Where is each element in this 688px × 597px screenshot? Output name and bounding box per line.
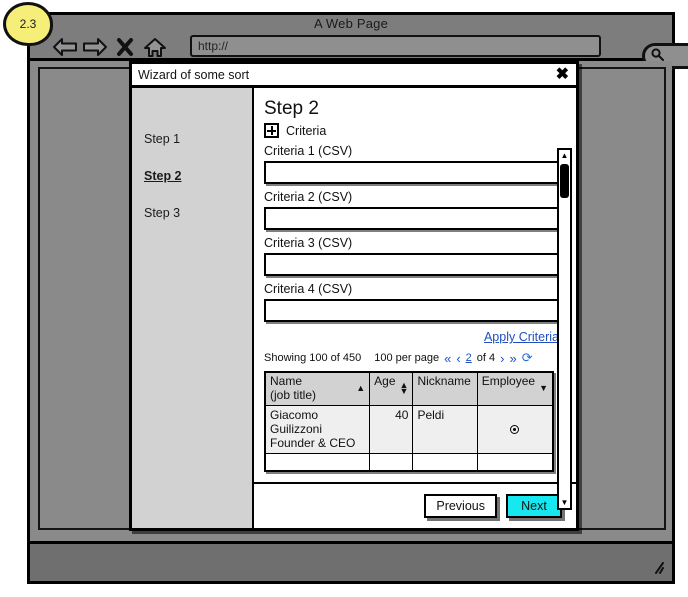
pagination-bar: Showing 100 of 450 100 per page « ‹ 2 of… — [264, 350, 554, 366]
column-header-nickname[interactable]: Nickname — [412, 371, 478, 406]
pagination-first-icon[interactable]: « — [444, 351, 451, 366]
content-scrollbar[interactable]: ▲ ▼ — [557, 148, 572, 510]
column-header-name-line2: (job title) — [270, 387, 317, 402]
resize-grip-icon[interactable] — [649, 560, 665, 576]
column-header-employee-label: Employee — [481, 374, 536, 388]
pagination-showing: Showing 100 of 450 — [264, 352, 362, 364]
criteria-2-input[interactable] — [264, 207, 559, 230]
table-header: Name (job title) ▲ Age ▲ ▼ Nickname Empl… — [264, 371, 554, 406]
field-group-criteria-2: Criteria 2 (CSV) — [264, 190, 559, 230]
criteria-toggle-label: Criteria — [286, 123, 327, 138]
annotation-sticky-note: 2.3 — [3, 2, 53, 46]
field-group-criteria-1: Criteria 1 (CSV) — [264, 144, 559, 184]
dialog-body: Step 1 Step 2 Step 3 Step 2 Criteria Cri… — [132, 88, 576, 528]
sidebar-item-step-1[interactable]: Step 1 — [132, 120, 252, 157]
scroll-down-icon[interactable]: ▼ — [559, 497, 570, 508]
stop-close-x-icon[interactable] — [110, 34, 140, 60]
home-icon[interactable] — [140, 34, 170, 60]
column-header-name[interactable]: Name (job title) ▲ — [264, 371, 371, 406]
scroll-up-icon[interactable]: ▲ — [559, 150, 570, 161]
pagination-total-label: of 4 — [476, 352, 496, 364]
sort-both-icon[interactable]: ▲ ▼ — [400, 375, 409, 396]
address-bar[interactable]: http:// — [190, 35, 601, 57]
radio-selected-icon[interactable] — [510, 425, 520, 435]
table-row-empty — [264, 452, 554, 472]
column-header-age[interactable]: Age ▲ ▼ — [369, 371, 414, 406]
table-body: Giacomo Guilizzoni Founder & CEO 40 Peld… — [264, 404, 554, 472]
dialog-title: Wizard of some sort — [138, 67, 250, 82]
sidebar-item-label: Step 1 — [144, 131, 181, 146]
criteria-3-label: Criteria 3 (CSV) — [264, 236, 353, 250]
dialog-footer: Previous Next — [254, 482, 576, 528]
next-button[interactable]: Next — [506, 494, 562, 518]
page-title: Step 2 — [264, 98, 319, 119]
browser-statusbar — [30, 541, 672, 581]
pagination-next-icon[interactable]: › — [500, 351, 504, 366]
criteria-4-label: Criteria 4 (CSV) — [264, 282, 353, 296]
browser-titlebar: A Web Page http:// — [30, 15, 688, 69]
table-header-row: Name (job title) ▲ Age ▲ ▼ Nickname Empl… — [264, 371, 554, 406]
cell-empty — [264, 452, 371, 472]
annotation-label: 2.3 — [19, 17, 37, 31]
wizard-step-sidebar: Step 1 Step 2 Step 3 — [132, 88, 254, 528]
pagination-per-page[interactable]: 100 per page — [374, 352, 439, 364]
scrollbar-thumb[interactable] — [560, 164, 569, 198]
apply-criteria-link[interactable]: Apply Criteria — [484, 330, 559, 344]
pagination-last-icon[interactable]: » — [510, 351, 517, 366]
field-group-criteria-4: Criteria 4 (CSV) — [264, 282, 559, 322]
criteria-4-input[interactable] — [264, 299, 559, 322]
cell-name: Giacomo Guilizzoni Founder & CEO — [264, 404, 371, 454]
content-scrollport: Step 2 Criteria Criteria 1 (CSV) Criteri… — [254, 88, 576, 482]
sort-descending-icon[interactable]: ▼ — [539, 375, 548, 394]
column-header-nickname-label: Nickname — [417, 374, 471, 388]
forward-arrow-icon[interactable] — [80, 34, 110, 60]
column-header-name-line1: Name — [270, 374, 303, 388]
refresh-icon[interactable]: ⟳ — [522, 350, 533, 366]
criteria-3-input[interactable] — [264, 253, 559, 276]
cell-name-person: Giacomo Guilizzoni — [270, 407, 323, 436]
criteria-2-label: Criteria 2 (CSV) — [264, 190, 353, 204]
cell-empty — [369, 452, 414, 472]
screenshot-root: A Web Page http:// Wizard of some sort ✖… — [0, 0, 688, 597]
apply-criteria-wrap: Apply Criteria — [264, 328, 559, 346]
field-group-criteria-3: Criteria 3 (CSV) — [264, 236, 559, 276]
cell-employee[interactable] — [476, 404, 554, 454]
cell-nickname: Peldi — [412, 404, 478, 454]
close-icon[interactable]: ✖ — [556, 67, 569, 83]
sidebar-item-label: Step 3 — [144, 205, 181, 220]
browser-title: A Web Page — [313, 16, 389, 31]
cell-age: 40 — [369, 404, 414, 454]
wizard-main-pane: Step 2 Criteria Criteria 1 (CSV) Criteri… — [254, 88, 576, 528]
sidebar-item-step-3[interactable]: Step 3 — [132, 194, 252, 231]
sidebar-item-label: Step 2 — [144, 168, 182, 183]
criteria-1-input[interactable] — [264, 161, 559, 184]
sidebar-item-step-2[interactable]: Step 2 — [132, 157, 252, 194]
criteria-toggle[interactable]: Criteria — [264, 123, 554, 138]
criteria-1-label: Criteria 1 (CSV) — [264, 144, 353, 158]
wizard-dialog: Wizard of some sort ✖ Step 1 Step 2 Step… — [129, 61, 579, 531]
back-arrow-icon[interactable] — [50, 34, 80, 60]
pagination-current-page[interactable]: 2 — [466, 352, 472, 364]
previous-button[interactable]: Previous — [424, 494, 497, 518]
dialog-titlebar: Wizard of some sort ✖ — [132, 64, 576, 88]
pagination-prev-icon[interactable]: ‹ — [456, 351, 460, 366]
cell-empty — [412, 452, 478, 472]
cell-empty — [476, 452, 554, 472]
results-table: Name (job title) ▲ Age ▲ ▼ Nickname Empl… — [264, 371, 554, 473]
cell-name-job-title: Founder & CEO — [270, 436, 356, 451]
address-bar-value: http:// — [198, 39, 229, 53]
column-header-age-label: Age — [374, 374, 396, 388]
column-header-employee[interactable]: Employee ▼ — [476, 371, 554, 406]
plus-box-icon — [264, 123, 279, 138]
sort-ascending-icon[interactable]: ▲ — [356, 375, 365, 394]
table-row[interactable]: Giacomo Guilizzoni Founder & CEO 40 Peld… — [264, 404, 554, 454]
